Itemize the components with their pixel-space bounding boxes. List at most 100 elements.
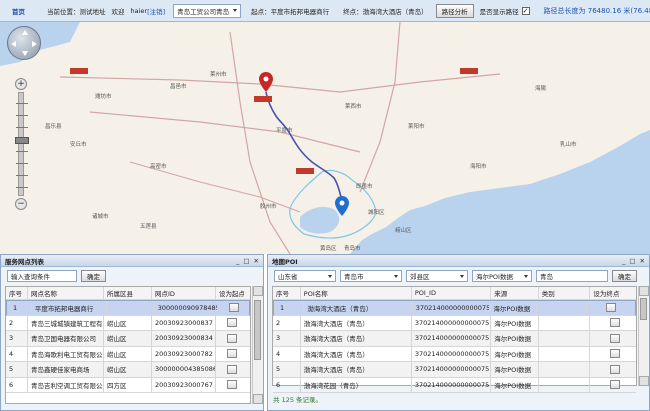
outlet-table: 序号 网点名称 所属区县 网点ID 设为起点 1 平度市拓邦电器商行 30000…: [5, 286, 251, 404]
arrow-down-icon[interactable]: [22, 51, 28, 56]
right-confirm-button[interactable]: 确定: [612, 270, 637, 282]
source-select[interactable]: 海尔POI数据: [472, 270, 532, 282]
company-select[interactable]: 青岛工贸公司青岛: [173, 3, 242, 18]
poi-source: 海尔POI数据: [491, 346, 539, 361]
end-marker-icon[interactable]: [335, 196, 349, 216]
table-row[interactable]: 4 青岛海歌利电工贸有限公 崂山区 20030923000782: [6, 346, 250, 362]
set-start-button[interactable]: [226, 333, 237, 343]
column-header: POI名称: [301, 287, 412, 299]
map-view[interactable]: 莱州市 昌邑市 潍坊市 平度市 胶州市 青岛市 即墨市 莱阳市 海阳市 莱西市 …: [0, 22, 650, 254]
chevron-down-icon: [233, 9, 238, 12]
zoom-slider[interactable]: [15, 92, 29, 196]
minimize-icon[interactable]: _: [622, 257, 625, 265]
city-select[interactable]: 青岛市: [340, 270, 402, 282]
set-end-cell: [590, 331, 636, 346]
arrow-right-icon[interactable]: [32, 41, 37, 47]
map-label: 五莲县: [140, 224, 157, 230]
row-no: 3: [6, 331, 28, 346]
table-row[interactable]: 4 渤海湾大酒店（青岛） 370214000000000075 海尔POI数据: [273, 346, 636, 362]
zoom-slider-handle[interactable]: [15, 137, 29, 144]
set-end-button[interactable]: [609, 318, 620, 328]
maximize-icon[interactable]: □: [629, 257, 635, 265]
outlet-district: 崂山区: [104, 315, 152, 330]
scroll-thumb[interactable]: [254, 300, 261, 360]
table-row[interactable]: 5 青岛鑫硬佳家电商场 崂山区 3000000043850860: [6, 362, 250, 378]
map-label: 昌邑市: [170, 84, 187, 90]
outlet-name: 青岛三城城镇建筑工程有: [28, 315, 104, 330]
set-end-button[interactable]: [606, 303, 617, 313]
zoom-tick: [16, 151, 28, 152]
land-area: [460, 22, 650, 92]
start-point-label: 起点：平度市拓邦电器商行: [251, 7, 330, 16]
table-row[interactable]: 1 渤海湾大酒店（青岛） 370214000000000075 海尔POI数据: [273, 300, 636, 316]
set-start-button[interactable]: [226, 349, 237, 359]
table-row[interactable]: 3 渤海湾大酒店（青岛） 370214000000000075 海尔POI数据: [273, 331, 636, 347]
left-table-scrollbar[interactable]: [252, 286, 263, 404]
right-table-scrollbar[interactable]: [638, 286, 649, 386]
minimize-icon[interactable]: _: [236, 257, 239, 265]
right-filter-row: 山东省 青岛市 郊县区 海尔POI数据 青岛 确定: [268, 267, 649, 285]
map-label: 平度市: [276, 128, 293, 134]
set-start-button[interactable]: [226, 318, 237, 328]
poi-name: 渤海湾大酒店（青岛）: [301, 315, 412, 330]
username: haier: [130, 6, 148, 15]
table-row[interactable]: 6 渤海湾花园（青岛） 370214000000000075 海尔POI数据: [273, 377, 636, 393]
pan-control[interactable]: [7, 26, 41, 60]
show-path-checkbox[interactable]: ✓: [521, 6, 530, 15]
arrow-up-icon[interactable]: [22, 30, 28, 35]
set-start-cell: [216, 362, 244, 377]
poi-keyword-input[interactable]: 青岛: [536, 270, 608, 282]
scroll-down-icon[interactable]: [253, 394, 263, 404]
home-link[interactable]: 首页: [12, 6, 25, 16]
poi-id: 370214000000000075: [412, 346, 492, 361]
table-row[interactable]: 2 渤海湾大酒店（青岛） 370214000000000075 海尔POI数据: [273, 315, 636, 331]
start-marker-icon[interactable]: [259, 72, 273, 92]
outlet-name: 青岛吉利空调工贸有限公: [28, 377, 104, 392]
set-end-button[interactable]: [609, 333, 620, 343]
welcome-text: 欢迎: [111, 7, 125, 16]
table-row[interactable]: 5 渤海湾大酒店（青岛） 370214000000000075 海尔POI数据: [273, 362, 636, 378]
poi-source: 海尔POI数据: [491, 331, 539, 346]
county-select[interactable]: 郊县区: [406, 270, 468, 282]
column-header: 序号: [6, 287, 28, 299]
maximize-icon[interactable]: □: [243, 257, 249, 265]
arrow-left-icon[interactable]: [11, 41, 16, 47]
poi-name: 渤海湾大酒店（青岛）: [301, 331, 412, 346]
set-start-button[interactable]: [228, 303, 239, 313]
outlet-name: 青岛鑫硬佳家电商场: [28, 362, 104, 377]
scroll-down-icon[interactable]: [639, 376, 649, 386]
road-shield: [296, 168, 314, 174]
table-row[interactable]: 1 平度市拓邦电器商行 3000000909784858: [6, 300, 250, 316]
close-icon[interactable]: ✕: [254, 257, 259, 265]
outlet-search-input[interactable]: 输入查询条件: [7, 270, 77, 282]
row-no: 4: [6, 346, 28, 361]
outlet-district: 崂山区: [104, 362, 152, 377]
scroll-up-icon[interactable]: [253, 286, 263, 296]
column-header: 设为终点: [593, 290, 620, 298]
set-start-button[interactable]: [226, 380, 237, 390]
set-end-button[interactable]: [609, 349, 620, 359]
set-end-button[interactable]: [609, 380, 620, 390]
table-row[interactable]: 3 青岛卫国电器有限公司 崂山区 20030923000834: [6, 331, 250, 347]
province-select[interactable]: 山东省: [274, 270, 336, 282]
map-label: 高密市: [150, 164, 167, 170]
route-analyze-button[interactable]: 路径分析: [435, 3, 474, 18]
set-end-cell: [590, 362, 636, 377]
scroll-up-icon[interactable]: [639, 286, 649, 296]
road-shield: [460, 68, 478, 74]
close-icon[interactable]: ✕: [640, 257, 645, 265]
scroll-thumb[interactable]: [640, 298, 647, 320]
logout-link[interactable]: [注销]: [147, 6, 165, 16]
set-start-button[interactable]: [226, 364, 237, 374]
set-end-cell: [590, 316, 636, 331]
poi-source: 海尔POI数据: [491, 362, 539, 377]
set-end-button[interactable]: [609, 364, 620, 374]
route-line: [265, 91, 343, 203]
table-row[interactable]: 6 青岛吉利空调工贸有限公 四方区 20030923000767: [6, 377, 250, 393]
zoom-tick: [16, 115, 28, 116]
zoom-in-button[interactable]: +: [15, 78, 27, 90]
county-value: 郊县区: [410, 273, 430, 281]
zoom-out-button[interactable]: −: [15, 198, 27, 210]
left-confirm-button[interactable]: 确定: [81, 270, 106, 282]
table-row[interactable]: 2 青岛三城城镇建筑工程有 崂山区 20030923000837: [6, 315, 250, 331]
